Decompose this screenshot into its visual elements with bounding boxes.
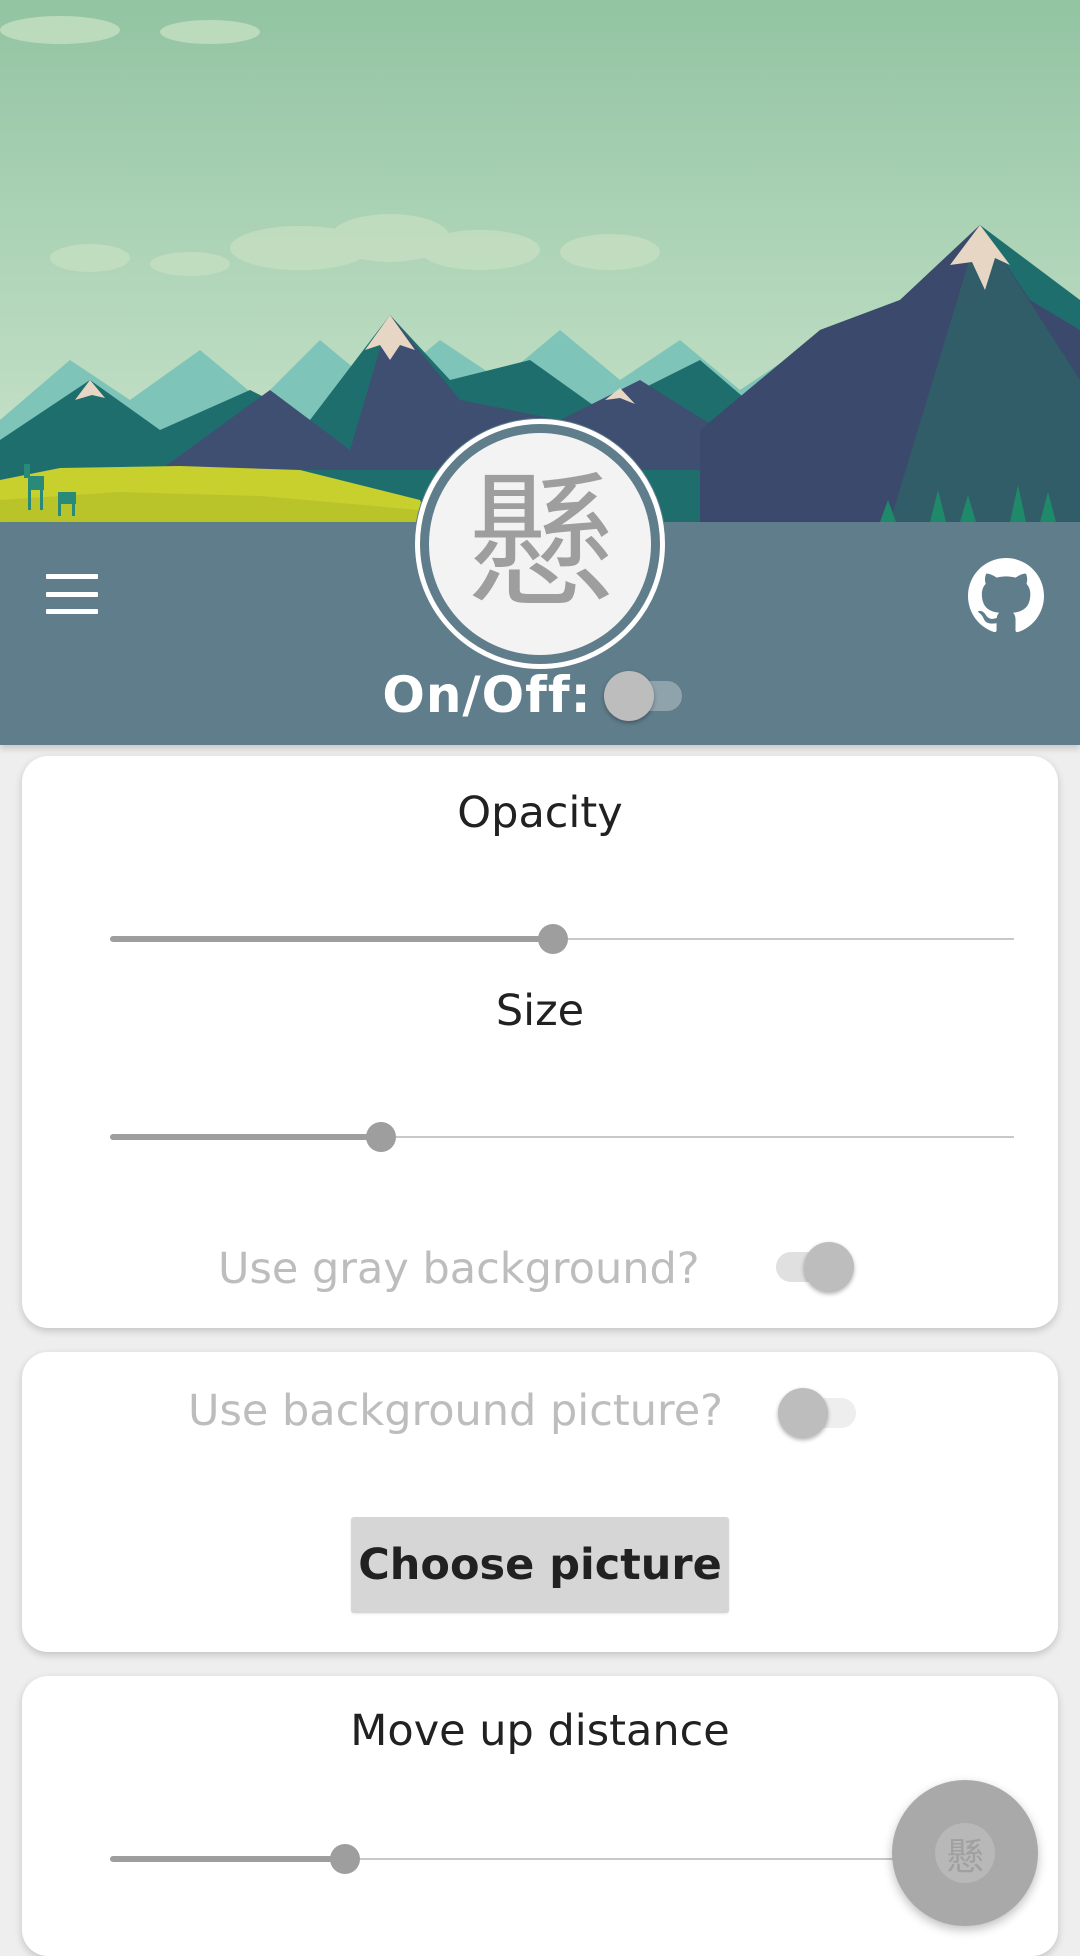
github-button[interactable] <box>968 558 1044 634</box>
size-slider-fill <box>110 1134 382 1140</box>
hamburger-menu-icon-bar <box>46 609 98 614</box>
move-up-slider-fill <box>110 1856 346 1862</box>
onoff-switch[interactable] <box>603 671 688 721</box>
floating-preview-button[interactable]: 懸 <box>892 1780 1038 1926</box>
background-picture-switch-thumb <box>778 1388 828 1438</box>
move-up-slider-thumb[interactable] <box>330 1844 361 1874</box>
size-title: Size <box>495 986 585 1036</box>
hamburger-menu-icon <box>46 574 98 579</box>
onoff-row: On/Off: <box>0 660 1080 730</box>
app-logo-ring: 懸 <box>415 419 665 669</box>
opacity-slider[interactable] <box>88 919 1014 959</box>
background-picture-card: Use background picture? Choose picture <box>22 1352 1058 1652</box>
onoff-switch-thumb <box>603 671 654 721</box>
opacity-slider-thumb[interactable] <box>537 924 568 954</box>
move-up-slider[interactable] <box>88 1839 1014 1879</box>
size-slider-thumb[interactable] <box>366 1122 397 1152</box>
move-up-title: Move up distance <box>350 1706 730 1756</box>
gray-background-label: Use gray background? <box>218 1244 700 1294</box>
floating-preview-glyph: 懸 <box>935 1823 995 1883</box>
github-icon <box>968 558 1044 633</box>
app-logo: 懸 <box>414 418 666 670</box>
size-slider[interactable] <box>88 1117 1014 1157</box>
appearance-card: Opacity Size Use gray background? <box>22 756 1058 1328</box>
opacity-title: Opacity <box>457 788 623 838</box>
choose-picture-button[interactable]: Choose picture <box>351 1517 729 1613</box>
gray-background-switch-thumb <box>804 1242 854 1292</box>
menu-button[interactable] <box>44 570 100 618</box>
opacity-slider-fill <box>110 936 553 942</box>
gray-background-switch[interactable] <box>770 1242 854 1292</box>
background-picture-label: Use background picture? <box>188 1386 724 1436</box>
background-picture-switch[interactable] <box>778 1388 862 1438</box>
app-logo-glyph: 懸 <box>429 433 651 655</box>
onoff-label: On/Off: <box>382 666 592 724</box>
hamburger-menu-icon-bar <box>46 591 98 597</box>
